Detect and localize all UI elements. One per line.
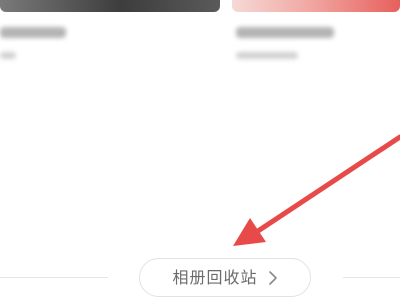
album-recycle-bin-button[interactable]: 相册回收站 [139,258,311,297]
album-thumbnail-1[interactable] [0,0,220,12]
album-title-blurred-2 [236,27,334,38]
divider-right [343,277,400,278]
album-count-blurred-2 [236,52,298,59]
album-list-screen: 相册回收站 [0,0,400,300]
annotation-arrow-icon [233,134,400,246]
album-thumbnail-2[interactable] [232,0,400,12]
album-count-blurred-1 [0,52,16,59]
album-title-blurred-1 [0,27,66,38]
divider-left [0,277,108,278]
chevron-right-icon [268,270,278,285]
recycle-bin-label: 相册回收站 [172,267,258,287]
